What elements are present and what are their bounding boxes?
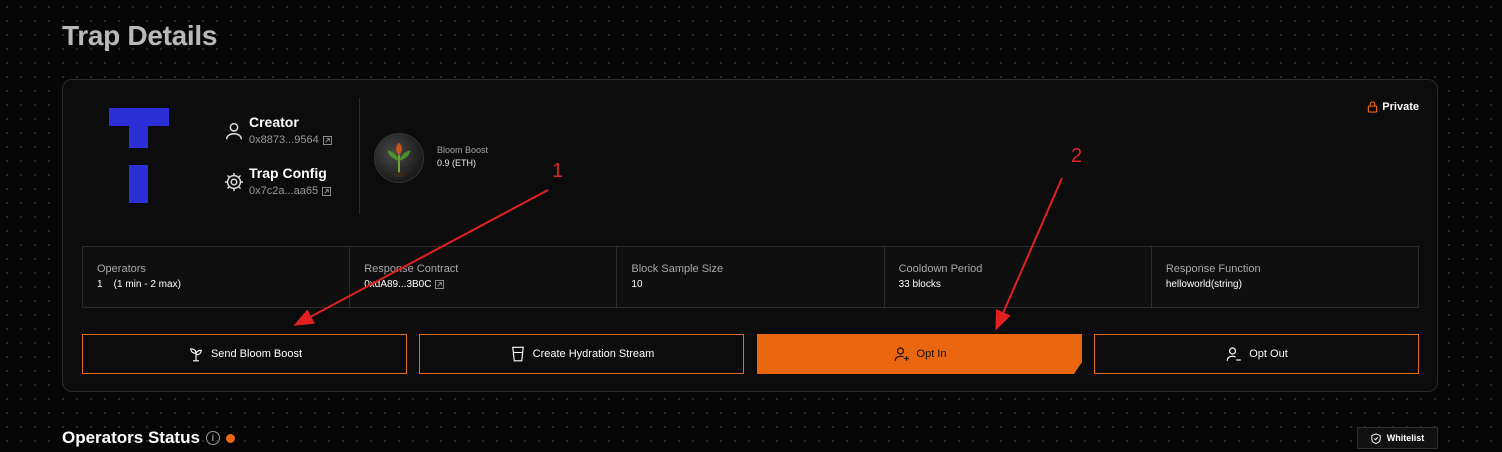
status-dot — [225, 433, 235, 443]
annotation-arrow-1 — [293, 189, 549, 326]
shield-icon — [1371, 432, 1381, 444]
whitelist-label: Whitelist — [1386, 433, 1425, 443]
annotation-arrow-2 — [995, 177, 1063, 331]
operators-status-heading: Operators Status i — [62, 428, 235, 448]
info-icon[interactable]: i — [205, 431, 220, 445]
annotation-arrows — [293, 177, 1063, 331]
operators-status-title: Operators Status — [62, 428, 200, 447]
annotation-number-2: 2 — [1071, 145, 1083, 167]
whitelist-button[interactable]: Whitelist — [1357, 427, 1438, 449]
annotation-number-1: 1 — [552, 160, 564, 182]
